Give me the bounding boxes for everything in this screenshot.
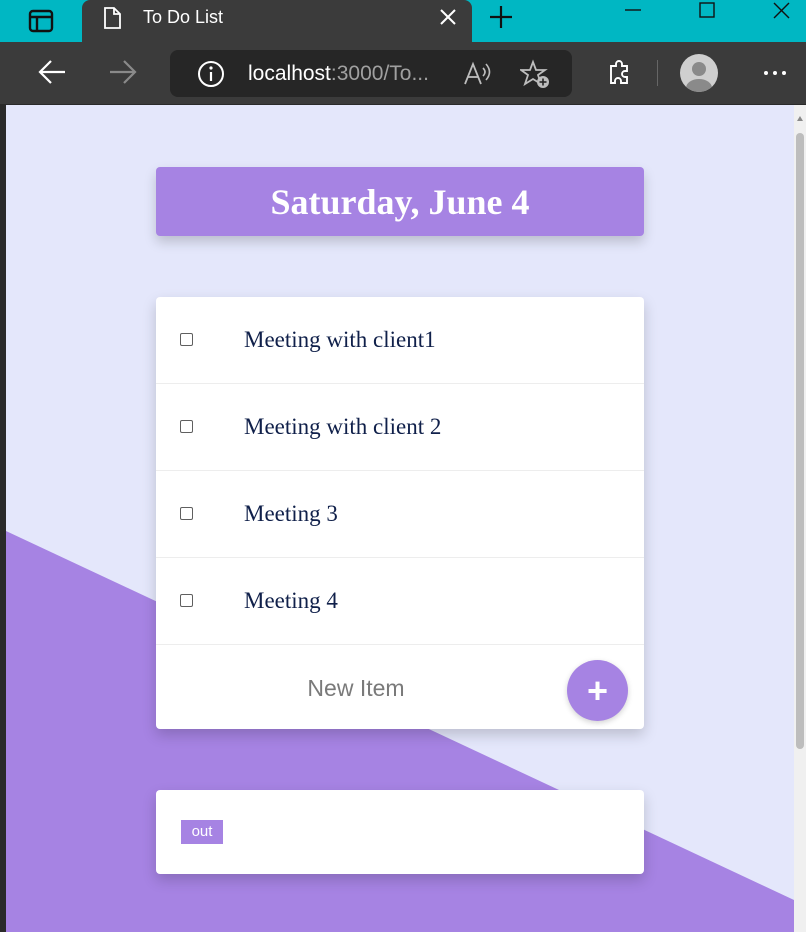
page-scrollbar[interactable] [794, 105, 806, 932]
page-viewport: Saturday, June 4 Meeting with client1 Me… [6, 105, 794, 932]
tab-to-do-list[interactable]: To Do List [82, 0, 472, 42]
page-icon [104, 7, 121, 29]
footer-card: out [156, 790, 644, 874]
address-bar[interactable]: localhost:3000/To... [170, 50, 572, 97]
site-info-icon[interactable] [197, 60, 225, 88]
item-label: Meeting 4 [244, 588, 338, 613]
scrollbar-thumb[interactable] [796, 133, 804, 749]
item-label: Meeting 3 [244, 501, 338, 526]
browser-toolbar: localhost:3000/To... [0, 42, 806, 105]
profile-avatar[interactable] [680, 54, 718, 92]
new-item-row: New Item + [156, 645, 644, 731]
list-item: Meeting with client 2 [156, 384, 644, 471]
item-checkbox[interactable] [180, 594, 193, 607]
date-heading-box: Saturday, June 4 [156, 167, 644, 236]
close-tab-icon[interactable] [437, 6, 459, 28]
close-window-icon[interactable] [764, 0, 798, 30]
item-label: Meeting with client 2 [244, 414, 442, 439]
toolbar-separator [657, 60, 658, 86]
add-item-button[interactable]: + [567, 660, 628, 721]
tab-actions-icon [28, 9, 54, 33]
back-arrow-icon[interactable] [36, 56, 68, 88]
list-item: Meeting 4 [156, 558, 644, 645]
tab-title: To Do List [143, 7, 224, 27]
extensions-icon[interactable] [605, 58, 633, 88]
tab-actions-button[interactable] [0, 0, 82, 42]
url-path: :3000/To... [330, 62, 429, 85]
new-tab-icon[interactable] [488, 4, 514, 30]
read-aloud-icon[interactable] [462, 60, 494, 88]
list-item: Meeting 3 [156, 471, 644, 558]
address-url: localhost:3000/To... [248, 50, 429, 97]
url-host: localhost [248, 62, 331, 85]
item-checkbox[interactable] [180, 420, 193, 433]
minimize-icon[interactable] [616, 0, 650, 30]
maximize-icon[interactable] [690, 0, 724, 30]
list-item: Meeting with client1 [156, 297, 644, 384]
profile-icon [686, 62, 712, 92]
add-favorite-icon[interactable] [520, 59, 552, 91]
item-checkbox[interactable] [180, 507, 193, 520]
page-title: Saturday, June 4 [270, 181, 530, 222]
new-item-input[interactable]: New Item [156, 645, 556, 731]
browser-tab-bar: To Do List [0, 0, 806, 42]
item-checkbox[interactable] [180, 333, 193, 346]
item-label: Meeting with client1 [244, 327, 436, 352]
forward-arrow-icon[interactable] [107, 56, 139, 88]
scroll-up-arrow-icon[interactable] [796, 115, 804, 123]
more-options-icon[interactable] [762, 63, 788, 83]
todo-list-card: Meeting with client1 Meeting with client… [156, 297, 644, 729]
out-button[interactable]: out [181, 820, 223, 844]
